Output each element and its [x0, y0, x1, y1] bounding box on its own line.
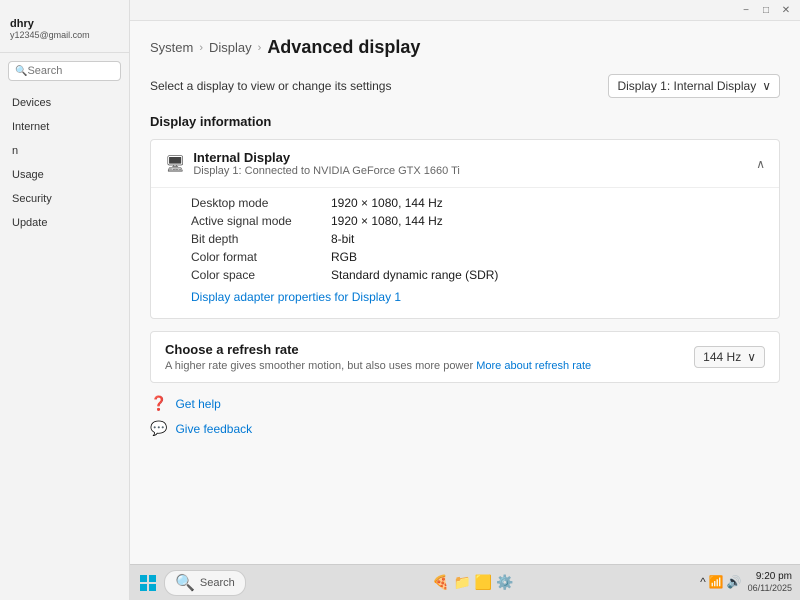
give-feedback-icon: 💬 [150, 420, 167, 437]
refresh-rate-card: Choose a refresh rate A higher rate give… [150, 331, 780, 383]
taskbar-right: ^ 📶 🔊 9:20 pm 06/11/2025 [700, 571, 792, 594]
sidebar-item-devices[interactable]: Devices [0, 91, 129, 115]
display-info-card: 🖥 Internal Display Display 1: Connected … [150, 139, 780, 319]
display-info-section-title: Display information [150, 114, 780, 129]
taskbar-icon-3[interactable]: 🟨 [475, 574, 492, 591]
sidebar-item-usage[interactable]: Usage [0, 163, 129, 187]
display-name: Internal Display [193, 150, 460, 165]
color-space-label: Color space [191, 268, 331, 282]
display-selector-dropdown[interactable]: Display 1: Internal Display ∨ [608, 74, 780, 98]
taskbar-search-icon: 🔍 [175, 573, 195, 593]
page-title: Advanced display [267, 37, 420, 58]
refresh-rate-desc-text: A higher rate gives smoother motion, but… [165, 360, 473, 372]
display-info-chevron[interactable]: ∧ [756, 157, 765, 171]
page-area: System › Display › Advanced display Sele… [130, 21, 800, 600]
taskbar-icon-2[interactable]: 📁 [453, 574, 470, 591]
signal-mode-value: 1920 × 1080, 144 Hz [331, 214, 443, 228]
more-about-refresh-link[interactable]: More about refresh rate [476, 360, 591, 372]
sidebar-item-n[interactable]: n [0, 139, 129, 163]
maximize-button[interactable]: □ [760, 4, 772, 16]
close-button[interactable]: ✕ [780, 4, 792, 16]
color-format-label: Color format [191, 250, 331, 264]
clock-date: 06/11/2025 [748, 583, 792, 594]
display-selector-arrow: ∨ [762, 79, 771, 93]
give-feedback-link[interactable]: Give feedback [175, 422, 252, 436]
adapter-properties-link[interactable]: Display adapter properties for Display 1 [191, 290, 401, 304]
signal-mode-label: Active signal mode [191, 214, 331, 228]
sidebar-item-update[interactable]: Update [0, 211, 129, 235]
refresh-rate-value: 144 Hz [703, 350, 741, 364]
help-section: ❓ Get help 💬 Give feedback [150, 395, 780, 437]
breadcrumb-display[interactable]: Display [209, 40, 252, 55]
desktop-mode-value: 1920 × 1080, 144 Hz [331, 196, 443, 210]
display-info-header-left: 🖥 Internal Display Display 1: Connected … [165, 150, 460, 177]
refresh-rate-left: Choose a refresh rate A higher rate give… [165, 342, 591, 372]
sidebar: dhry y12345@gmail.com 🔍 Devices Internet… [0, 0, 130, 600]
taskbar-left: 🔍 Search [138, 570, 246, 596]
bit-depth-label: Bit depth [191, 232, 331, 246]
taskbar-pinned-icons: 🍕 📁 🟨 ⚙️ [432, 574, 514, 591]
display-info-table: Desktop mode 1920 × 1080, 144 Hz Active … [151, 188, 779, 318]
sidebar-search[interactable]: 🔍 [8, 61, 121, 81]
display-selector-value: Display 1: Internal Display [617, 79, 756, 93]
network-icon[interactable]: 📶 [709, 575, 724, 589]
volume-icon[interactable]: 🔊 [727, 575, 742, 589]
bit-depth-value: 8-bit [331, 232, 354, 246]
window-controls: − □ ✕ [740, 4, 792, 16]
desktop-mode-label: Desktop mode [191, 196, 331, 210]
info-row-color-format: Color format RGB [191, 250, 765, 264]
select-display-row: Select a display to view or change its s… [150, 74, 780, 98]
title-bar: − □ ✕ [130, 0, 800, 21]
monitor-icon: 🖥 [165, 154, 185, 174]
taskbar-search-label: Search [200, 577, 235, 589]
user-email: y12345@gmail.com [10, 30, 119, 40]
search-icon: 🔍 [15, 66, 27, 77]
refresh-rate-dropdown[interactable]: 144 Hz ∨ [694, 346, 765, 368]
clock[interactable]: 9:20 pm 06/11/2025 [748, 571, 792, 594]
taskbar-search[interactable]: 🔍 Search [164, 570, 246, 596]
info-row-bit-depth: Bit depth 8-bit [191, 232, 765, 246]
refresh-rate-header: Choose a refresh rate A higher rate give… [165, 342, 765, 372]
clock-time: 9:20 pm [756, 571, 792, 583]
sidebar-item-security[interactable]: Security [0, 187, 129, 211]
breadcrumb-sep-2: › [258, 42, 262, 54]
sidebar-item-internet[interactable]: Internet [0, 115, 129, 139]
get-help-icon: ❓ [150, 395, 167, 412]
refresh-rate-arrow: ∨ [747, 350, 756, 364]
info-row-signal-mode: Active signal mode 1920 × 1080, 144 Hz [191, 214, 765, 228]
breadcrumb-system[interactable]: System [150, 40, 193, 55]
select-display-label: Select a display to view or change its s… [150, 79, 391, 93]
minimize-button[interactable]: − [740, 4, 752, 16]
color-format-value: RGB [331, 250, 357, 264]
refresh-rate-desc: A higher rate gives smoother motion, but… [165, 360, 591, 372]
taskbar-icon-1[interactable]: 🍕 [432, 574, 449, 591]
display-info-header[interactable]: 🖥 Internal Display Display 1: Connected … [151, 140, 779, 188]
search-input[interactable] [27, 65, 114, 77]
info-row-color-space: Color space Standard dynamic range (SDR) [191, 268, 765, 282]
system-tray: ^ 📶 🔊 [700, 575, 742, 589]
taskbar-icon-4[interactable]: ⚙️ [496, 574, 513, 591]
sidebar-user: dhry y12345@gmail.com [0, 10, 129, 53]
breadcrumb: System › Display › Advanced display [150, 37, 780, 58]
user-name: dhry [10, 18, 119, 30]
windows-logo-icon [140, 575, 156, 591]
display-subtitle: Display 1: Connected to NVIDIA GeForce G… [193, 165, 460, 177]
taskbar: 🔍 Search 🍕 📁 🟨 ⚙️ ^ 📶 🔊 9:20 pm 06/11/20… [130, 564, 800, 600]
tray-arrow[interactable]: ^ [700, 575, 706, 589]
give-feedback-item[interactable]: 💬 Give feedback [150, 420, 780, 437]
refresh-rate-title: Choose a refresh rate [165, 342, 591, 357]
color-space-value: Standard dynamic range (SDR) [331, 268, 498, 282]
main-content: − □ ✕ System › Display › Advanced displa… [130, 0, 800, 600]
display-name-block: Internal Display Display 1: Connected to… [193, 150, 460, 177]
info-row-desktop-mode: Desktop mode 1920 × 1080, 144 Hz [191, 196, 765, 210]
get-help-item[interactable]: ❓ Get help [150, 395, 780, 412]
breadcrumb-sep-1: › [199, 42, 203, 54]
start-button[interactable] [138, 573, 158, 593]
get-help-link[interactable]: Get help [175, 397, 220, 411]
